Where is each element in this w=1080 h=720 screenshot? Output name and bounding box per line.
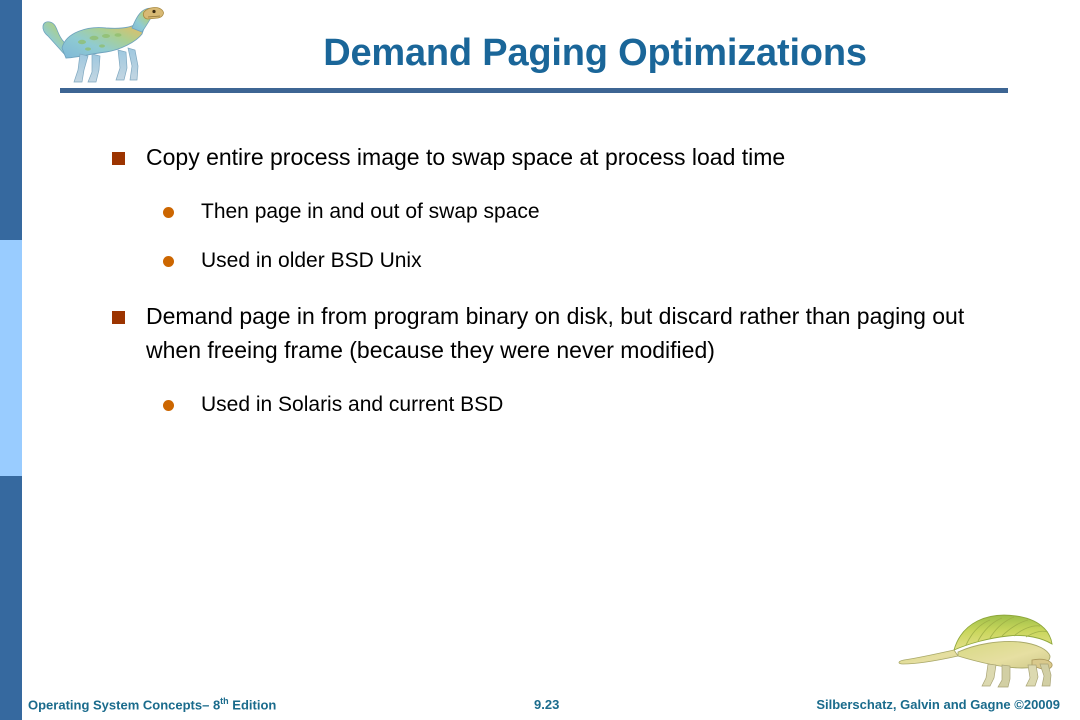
- list-item: Copy entire process image to swap space …: [106, 140, 1016, 174]
- sidebar-stripe-top: [0, 0, 22, 240]
- square-bullet-icon: [112, 152, 125, 165]
- bullet-text: Copy entire process image to swap space …: [146, 144, 786, 170]
- list-item: Demand page in from program binary on di…: [106, 299, 1016, 367]
- page-number: 9.23: [534, 697, 560, 712]
- bullet-text: Then page in and out of swap space: [201, 200, 540, 223]
- bullet-text: Used in older BSD Unix: [201, 249, 422, 272]
- left-sidebar: [0, 0, 22, 720]
- footer-edition-suffix: Edition: [228, 697, 277, 712]
- slide-footer: Operating System Concepts– 8th Edition 9…: [0, 684, 1080, 720]
- round-bullet-icon: [163, 256, 174, 267]
- list-item: Used in Solaris and current BSD: [106, 389, 1016, 421]
- list-item: Used in older BSD Unix: [106, 245, 1016, 277]
- round-bullet-icon: [163, 207, 174, 218]
- dinosaur-icon: [36, 2, 166, 88]
- list-item: Then page in and out of swap space: [106, 196, 1016, 228]
- bullet-text: Demand page in from program binary on di…: [146, 303, 965, 363]
- page-title: Demand Paging Optimizations: [323, 32, 867, 74]
- footer-edition-ordinal: th: [220, 695, 229, 706]
- sail-backed-dinosaur-icon: [892, 602, 1072, 688]
- footer-edition-label: Operating System Concepts– 8th Edition: [28, 696, 276, 712]
- bullet-text: Used in Solaris and current BSD: [201, 393, 504, 416]
- footer-credit: Silberschatz, Galvin and Gagne ©20009: [816, 697, 1060, 712]
- title-divider: [60, 88, 1008, 93]
- sidebar-stripe-middle: [0, 240, 22, 476]
- square-bullet-icon: [112, 311, 125, 324]
- slide-content: Copy entire process image to swap space …: [106, 132, 1016, 438]
- round-bullet-icon: [163, 400, 174, 411]
- footer-book-title: Operating System Concepts– 8: [28, 697, 221, 712]
